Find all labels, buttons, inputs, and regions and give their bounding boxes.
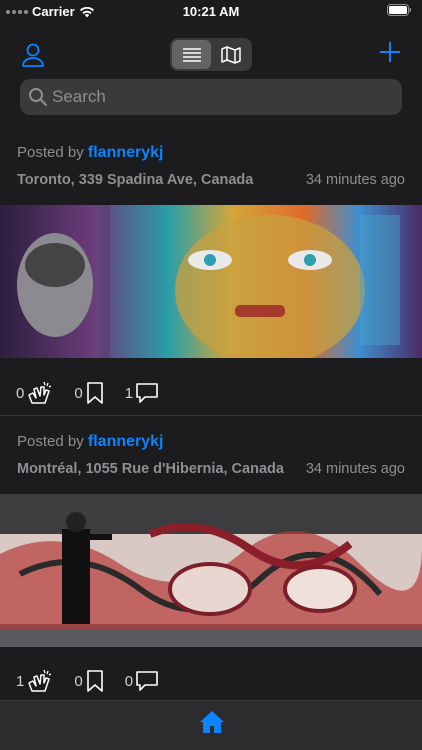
clap-button[interactable]: 0 bbox=[16, 379, 54, 407]
post-card[interactable]: Posted by flannerykj Montréal, 1055 Rue … bbox=[0, 432, 422, 699]
clap-icon bbox=[28, 381, 52, 404]
search-input[interactable] bbox=[52, 87, 382, 107]
view-mode-segmented-control bbox=[170, 38, 252, 71]
bookmark-count: 0 bbox=[74, 384, 83, 402]
bookmark-button[interactable]: 0 bbox=[74, 381, 104, 405]
clap-button[interactable]: 1 bbox=[16, 667, 54, 695]
post-location: Montréal, 1055 Rue d'Hibernia, Canada bbox=[17, 461, 284, 477]
bookmark-icon bbox=[86, 382, 103, 404]
clap-count: 0 bbox=[16, 384, 25, 402]
list-view-button[interactable] bbox=[172, 40, 211, 69]
list-icon bbox=[182, 47, 201, 62]
map-view-button[interactable] bbox=[211, 40, 250, 69]
post-divider bbox=[0, 415, 422, 416]
bookmark-icon bbox=[86, 670, 103, 692]
battery-icon bbox=[387, 4, 412, 19]
posted-by: Posted by flannerykj bbox=[17, 432, 405, 452]
plus-icon[interactable] bbox=[378, 40, 402, 64]
map-icon bbox=[220, 45, 241, 64]
status-bar: Carrier 10:21 AM bbox=[0, 0, 422, 22]
location-row: Montréal, 1055 Rue d'Hibernia, Canada 34… bbox=[17, 456, 405, 482]
comment-count: 0 bbox=[124, 672, 134, 690]
post-location: Toronto, 339 Spadina Ave, Canada bbox=[17, 172, 254, 188]
navigation-bar bbox=[0, 30, 422, 78]
post-card[interactable]: Posted by flannerykj Toronto, 339 Spadin… bbox=[0, 143, 422, 411]
tab-bar bbox=[0, 700, 422, 750]
post-actions: 0 0 1 bbox=[0, 375, 422, 411]
search-icon bbox=[29, 88, 47, 106]
comment-icon bbox=[136, 383, 158, 403]
posted-by: Posted by flannerykj bbox=[17, 143, 405, 163]
comment-button[interactable]: 1 bbox=[125, 382, 159, 404]
post-time: 34 minutes ago bbox=[305, 172, 405, 188]
post-photo[interactable] bbox=[0, 494, 422, 647]
comment-icon bbox=[136, 671, 158, 691]
bookmark-button[interactable]: 0 bbox=[74, 669, 104, 693]
search-bar bbox=[20, 79, 402, 115]
graffiti-portrait-image bbox=[0, 205, 422, 358]
username-link[interactable]: flannerykj bbox=[88, 433, 164, 450]
posted-by-label: Posted by bbox=[17, 433, 84, 450]
graffiti-wall-image bbox=[0, 494, 422, 647]
post-actions: 1 0 0 bbox=[0, 663, 422, 699]
person-icon[interactable] bbox=[20, 42, 46, 68]
post-meta: Posted by flannerykj Toronto, 339 Spadin… bbox=[0, 143, 422, 193]
comment-count: 1 bbox=[124, 384, 134, 402]
clap-icon bbox=[28, 669, 52, 692]
posted-by-label: Posted by bbox=[17, 144, 84, 161]
post-meta: Posted by flannerykj Montréal, 1055 Rue … bbox=[0, 432, 422, 482]
status-time: 10:21 AM bbox=[182, 4, 240, 19]
clap-count: 1 bbox=[16, 672, 25, 690]
post-time: 34 minutes ago bbox=[305, 461, 405, 477]
location-row: Toronto, 339 Spadina Ave, Canada 34 minu… bbox=[17, 167, 405, 193]
bookmark-count: 0 bbox=[74, 672, 83, 690]
home-icon[interactable] bbox=[199, 709, 225, 735]
comment-button[interactable]: 0 bbox=[125, 670, 159, 692]
username-link[interactable]: flannerykj bbox=[88, 144, 164, 161]
post-photo[interactable] bbox=[0, 205, 422, 358]
